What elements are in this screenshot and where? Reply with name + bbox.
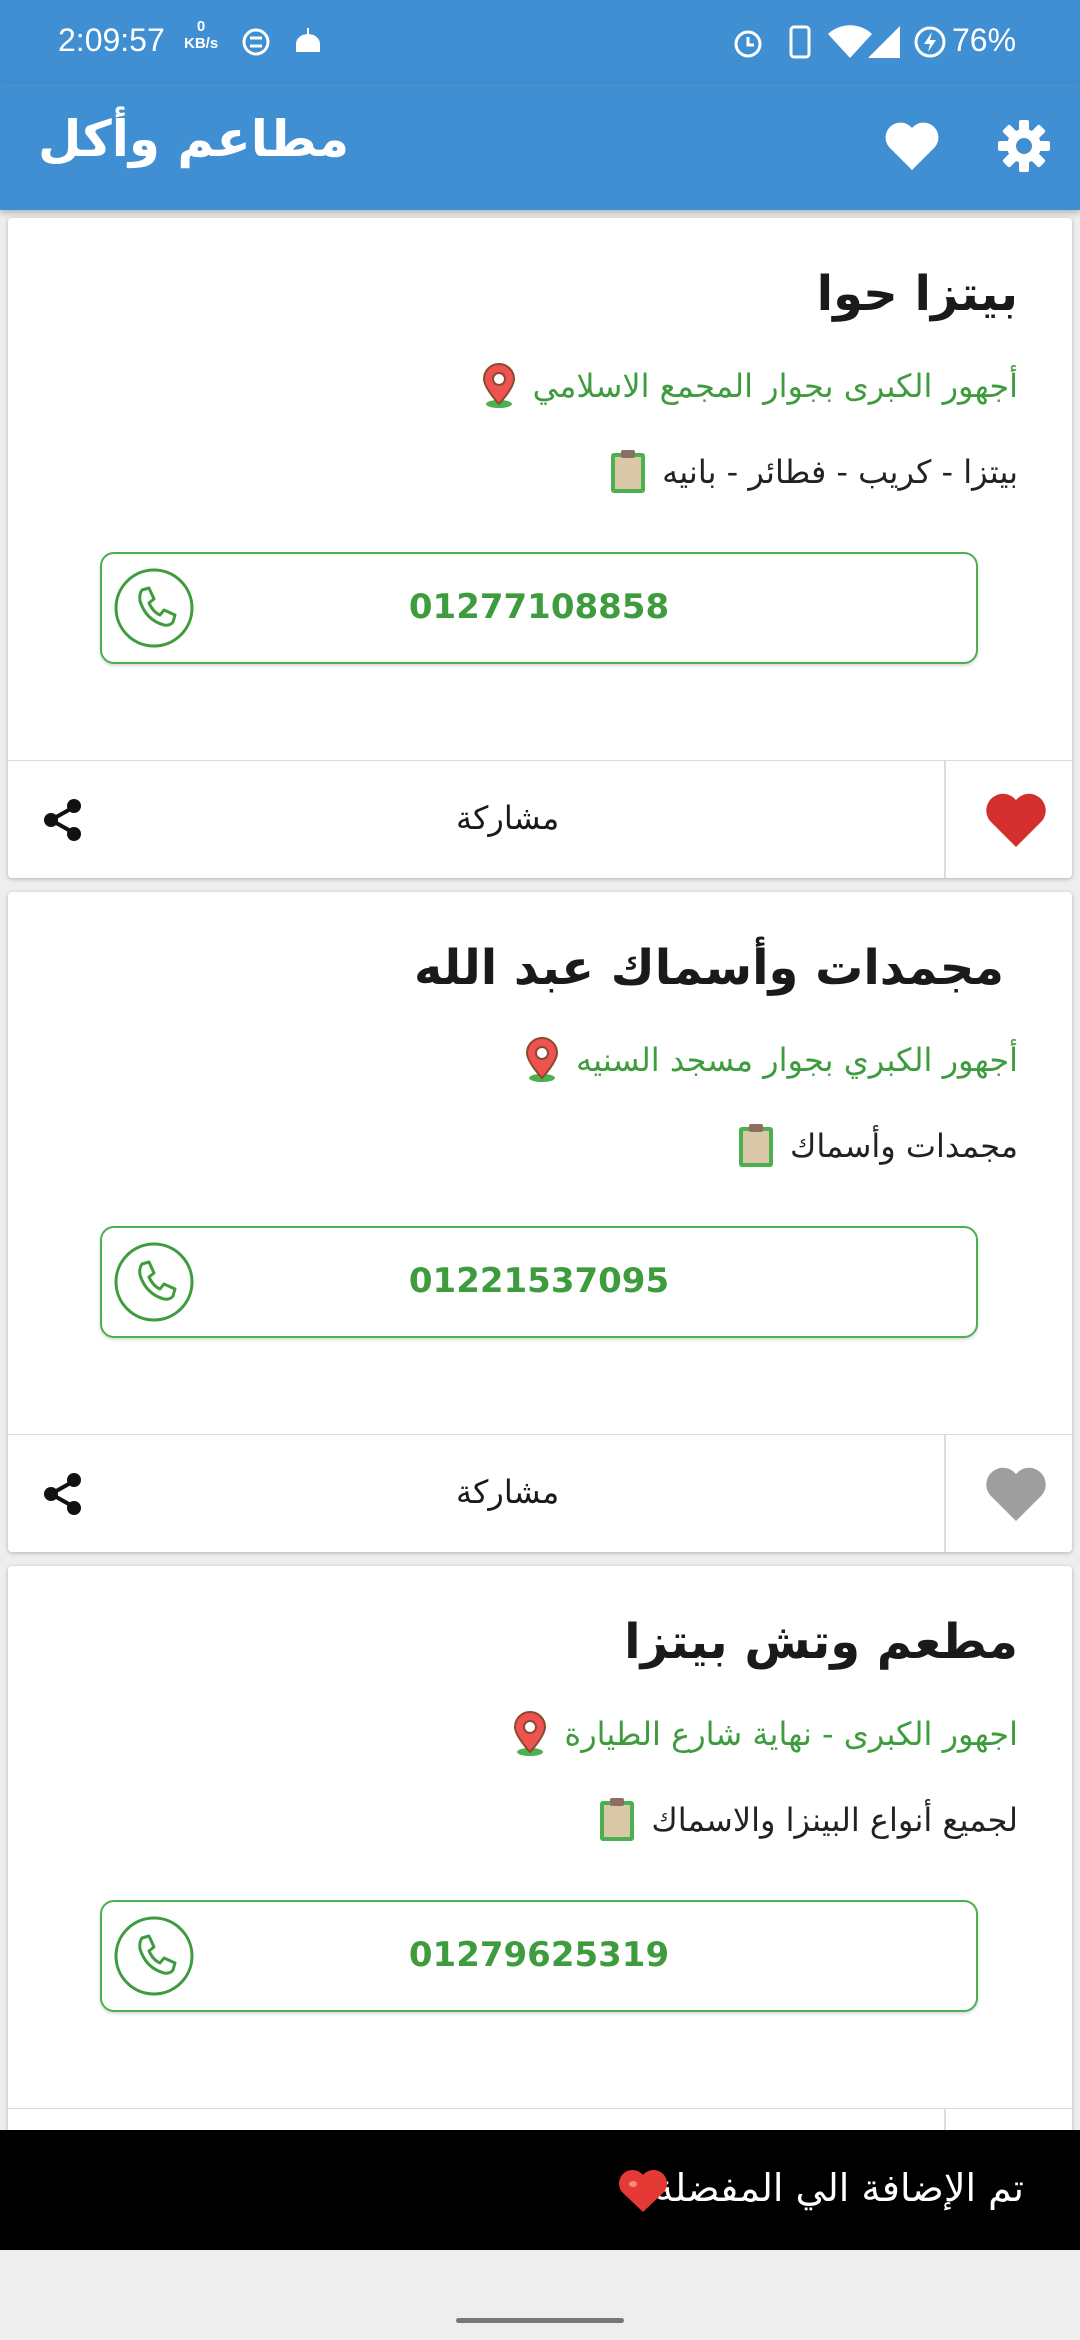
snackbar-message: تم الإضافة الي المفضلة bbox=[654, 2166, 1024, 2210]
restaurant-card[interactable]: مطعم وتش بيتزا اجهور الكبرى - نهاية شارع… bbox=[8, 1566, 1072, 2226]
restaurant-address: أجهور الكبرى بجوار المجمع الاسلامي bbox=[479, 358, 1018, 414]
menu-text: لجميع أنواع البينزا والاسماك bbox=[651, 1801, 1018, 1839]
address-text: أجهور الكبري بجوار مسجد السنيه bbox=[576, 1041, 1018, 1079]
call-button[interactable]: 01221537095 bbox=[100, 1226, 978, 1338]
snackbar: تم الإضافة الي المفضلة bbox=[0, 2130, 1080, 2250]
net-speed-unit: KB/s bbox=[184, 35, 219, 52]
settings-button[interactable] bbox=[992, 114, 1056, 178]
red-heart-icon bbox=[618, 2169, 668, 2212]
alarm-icon bbox=[734, 30, 762, 58]
restaurant-card[interactable]: مجمدات وأسماك عبد الله أجهور الكبري بجوا… bbox=[8, 892, 1072, 1552]
restaurant-card[interactable]: بيتزا حوا أجهور الكبرى بجوار المجمع الاس… bbox=[8, 218, 1072, 878]
heart-filled-icon bbox=[986, 793, 1046, 847]
heart-icon bbox=[885, 122, 939, 170]
signal-icon bbox=[868, 26, 900, 58]
call-button[interactable]: 01279625319 bbox=[100, 1900, 978, 2012]
phone-status-icon bbox=[789, 25, 811, 59]
menu-text: مجمدات وأسماك bbox=[789, 1127, 1018, 1165]
clipboard-icon bbox=[600, 1798, 635, 1841]
clipboard-icon bbox=[738, 1124, 773, 1167]
favorites-button[interactable] bbox=[880, 114, 944, 178]
share-icon[interactable] bbox=[38, 1469, 88, 1519]
notification-icon bbox=[242, 28, 270, 56]
call-button[interactable]: 01277108858 bbox=[100, 552, 978, 664]
clipboard-icon bbox=[611, 450, 646, 493]
share-button[interactable]: مشاركة bbox=[456, 1473, 559, 1511]
page-title: مطاعم وأكل bbox=[38, 110, 350, 168]
footer-divider bbox=[944, 1435, 946, 1552]
card-footer: مشاركة bbox=[8, 1434, 1072, 1552]
battery-level: 76% bbox=[952, 22, 1017, 58]
battery-saver-icon bbox=[914, 26, 946, 58]
location-pin-icon bbox=[514, 1711, 547, 1756]
location-pin-icon bbox=[525, 1037, 559, 1082]
favorite-button[interactable] bbox=[984, 791, 1048, 849]
restaurant-address: أجهور الكبري بجوار مسجد السنيه bbox=[522, 1032, 1018, 1088]
restaurant-address: اجهور الكبرى - نهاية شارع الطيارة bbox=[510, 1706, 1018, 1762]
address-text: أجهور الكبرى بجوار المجمع الاسلامي bbox=[532, 367, 1018, 405]
gesture-nav-pill[interactable] bbox=[456, 2318, 624, 2323]
restaurant-name: بيتزا حوا bbox=[816, 266, 1018, 322]
net-speed: 0 KB/s bbox=[184, 18, 218, 52]
restaurant-menu: لجميع أنواع البينزا والاسماك bbox=[597, 1792, 1018, 1848]
restaurant-menu: مجمدات وأسماك bbox=[736, 1118, 1018, 1174]
mosque-icon bbox=[296, 28, 320, 52]
heart-outline-icon bbox=[986, 1467, 1046, 1521]
favorite-button[interactable] bbox=[984, 1465, 1048, 1523]
share-icon[interactable] bbox=[38, 795, 88, 845]
status-time: 2:09:57 bbox=[58, 22, 165, 58]
phone-number: 01279625319 bbox=[408, 1935, 670, 1975]
app-bar: مطاعم وأكل bbox=[0, 84, 1080, 210]
address-text: اجهور الكبرى - نهاية شارع الطيارة bbox=[564, 1715, 1018, 1753]
net-speed-value: 0 bbox=[196, 18, 206, 35]
restaurant-name: مطعم وتش بيتزا bbox=[624, 1614, 1018, 1670]
settings-icon bbox=[998, 120, 1050, 172]
share-button[interactable]: مشاركة bbox=[456, 799, 559, 837]
restaurant-menu: بيتزا - كريب - فطائر - بانيه bbox=[608, 444, 1018, 500]
card-footer: مشاركة bbox=[8, 760, 1072, 878]
footer-divider bbox=[944, 761, 946, 878]
restaurant-name: مجمدات وأسماك عبد الله bbox=[413, 940, 1004, 996]
phone-number: 01277108858 bbox=[408, 587, 670, 627]
phone-number: 01221537095 bbox=[408, 1261, 670, 1301]
location-pin-icon bbox=[482, 363, 515, 408]
status-bar: 2:09:57 0 KB/s 76% bbox=[0, 0, 1080, 84]
menu-text: بيتزا - كريب - فطائر - بانيه bbox=[662, 453, 1018, 491]
